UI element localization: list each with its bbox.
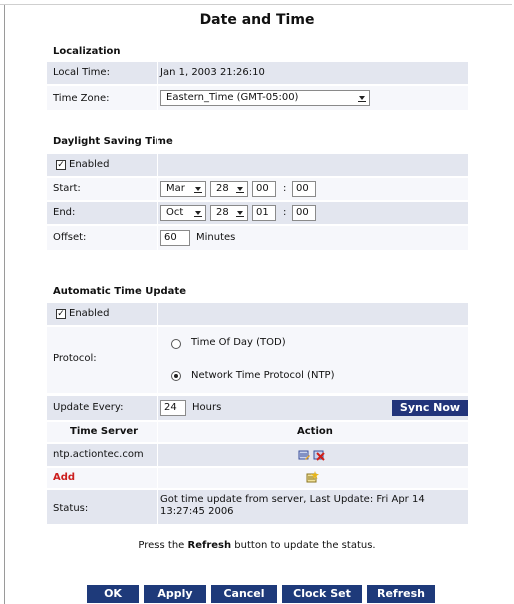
dst-start-colon: : — [283, 183, 287, 194]
chevron-down-icon — [236, 211, 244, 217]
dst-offset-unit: Minutes — [196, 232, 236, 243]
dst-offset-row: Offset: 60 Minutes — [47, 226, 468, 250]
column-divider — [157, 303, 158, 524]
dst-end-hour-input[interactable]: 01 — [252, 205, 276, 221]
edit-icon[interactable] — [298, 449, 310, 461]
page-title: Date and Time — [199, 12, 315, 28]
add-entry-icon[interactable] — [306, 471, 319, 483]
update-every-input[interactable]: 24 — [160, 400, 186, 416]
protocol-tod-radio[interactable] — [171, 339, 181, 349]
dst-enabled-checkbox[interactable]: ✓ — [56, 160, 66, 170]
refresh-button[interactable]: Refresh — [367, 585, 435, 603]
time-zone-select[interactable]: Eastern_Time (GMT-05:00) — [160, 90, 370, 106]
dst-start-month-select[interactable]: Mar — [160, 181, 206, 197]
server-row: ntp.actiontec.com — [47, 444, 468, 466]
dst-start-minute-input[interactable]: 00 — [292, 181, 316, 197]
dst-end-minute-input[interactable]: 00 — [292, 205, 316, 221]
refresh-note-bold: Refresh — [187, 540, 232, 551]
dst-start-label: Start: — [53, 183, 81, 194]
action-column-header: Action — [297, 426, 333, 437]
time-zone-value: Eastern_Time (GMT-05:00) — [166, 92, 299, 103]
status-row: Status: Got time update from server, Las… — [47, 490, 468, 524]
dst-end-colon: : — [283, 207, 287, 218]
add-row: Add — [47, 468, 468, 488]
dst-offset-input[interactable]: 60 — [160, 230, 190, 246]
dst-offset-label: Offset: — [53, 232, 87, 243]
dst-start-day-select[interactable]: 28 — [210, 181, 248, 197]
dst-end-row: End: Oct 28 01 : 00 — [47, 202, 468, 224]
dst-enabled-label: Enabled — [69, 159, 110, 170]
clock-set-button[interactable]: Clock Set — [282, 585, 362, 603]
dst-start-day-value: 28 — [216, 183, 229, 194]
dst-start-hour-input[interactable]: 00 — [252, 181, 276, 197]
chevron-down-icon — [194, 211, 202, 217]
apply-button[interactable]: Apply — [144, 585, 206, 603]
chevron-down-icon — [194, 187, 202, 193]
auto-enabled-row: ✓ Enabled — [47, 303, 468, 325]
auto-enabled-checkbox[interactable]: ✓ — [56, 309, 66, 319]
add-server-link[interactable]: Add — [53, 472, 75, 483]
localization-heading: Localization — [53, 46, 121, 57]
protocol-label: Protocol: — [53, 353, 97, 364]
refresh-note-prefix: Press the — [138, 540, 188, 551]
local-time-label: Local Time: — [53, 67, 110, 78]
refresh-note: Press the Refresh button to update the s… — [0, 540, 514, 551]
time-zone-label: Time Zone: — [53, 93, 110, 104]
auto-update-heading: Automatic Time Update — [53, 286, 186, 297]
dst-end-day-select[interactable]: 28 — [210, 205, 248, 221]
chevron-down-icon — [236, 187, 244, 193]
auto-enabled-label: Enabled — [69, 308, 110, 319]
protocol-ntp-label: Network Time Protocol (NTP) — [191, 370, 335, 381]
update-every-label: Update Every: — [53, 402, 124, 413]
delete-icon[interactable] — [313, 449, 325, 461]
protocol-row: Protocol: Time Of Day (TOD) Network Time… — [47, 327, 468, 393]
server-name: ntp.actiontec.com — [53, 449, 144, 460]
time-zone-row: Time Zone: Eastern_Time (GMT-05:00) — [47, 86, 468, 110]
dst-end-label: End: — [53, 207, 76, 218]
dst-start-month-value: Mar — [166, 183, 185, 194]
server-header-row: Time Server Action — [47, 422, 468, 442]
local-time-value: Jan 1, 2003 21:26:10 — [160, 67, 265, 78]
dst-end-month-value: Oct — [166, 207, 184, 218]
chevron-down-icon — [358, 96, 366, 102]
ok-button[interactable]: OK — [87, 585, 139, 603]
local-time-row: Local Time: Jan 1, 2003 21:26:10 — [47, 62, 468, 84]
refresh-note-suffix: button to update the status. — [231, 540, 376, 551]
column-divider — [157, 62, 158, 250]
dst-enabled-row: ✓ Enabled — [47, 154, 468, 176]
cancel-button[interactable]: Cancel — [211, 585, 277, 603]
sync-now-button[interactable]: Sync Now — [392, 400, 468, 416]
update-every-unit: Hours — [192, 402, 222, 413]
dst-start-row: Start: Mar 28 00 : 00 — [47, 178, 468, 200]
status-label: Status: — [53, 503, 89, 514]
dst-end-day-value: 28 — [216, 207, 229, 218]
status-value: Got time update from server, Last Update… — [160, 494, 425, 517]
dst-heading: Daylight Saving Time — [53, 136, 173, 147]
protocol-ntp-radio[interactable] — [171, 371, 181, 381]
update-every-row: Update Every: 24 Hours Sync Now — [47, 396, 468, 420]
dst-end-month-select[interactable]: Oct — [160, 205, 206, 221]
protocol-tod-label: Time Of Day (TOD) — [191, 337, 286, 348]
time-server-column-header: Time Server — [70, 426, 139, 437]
